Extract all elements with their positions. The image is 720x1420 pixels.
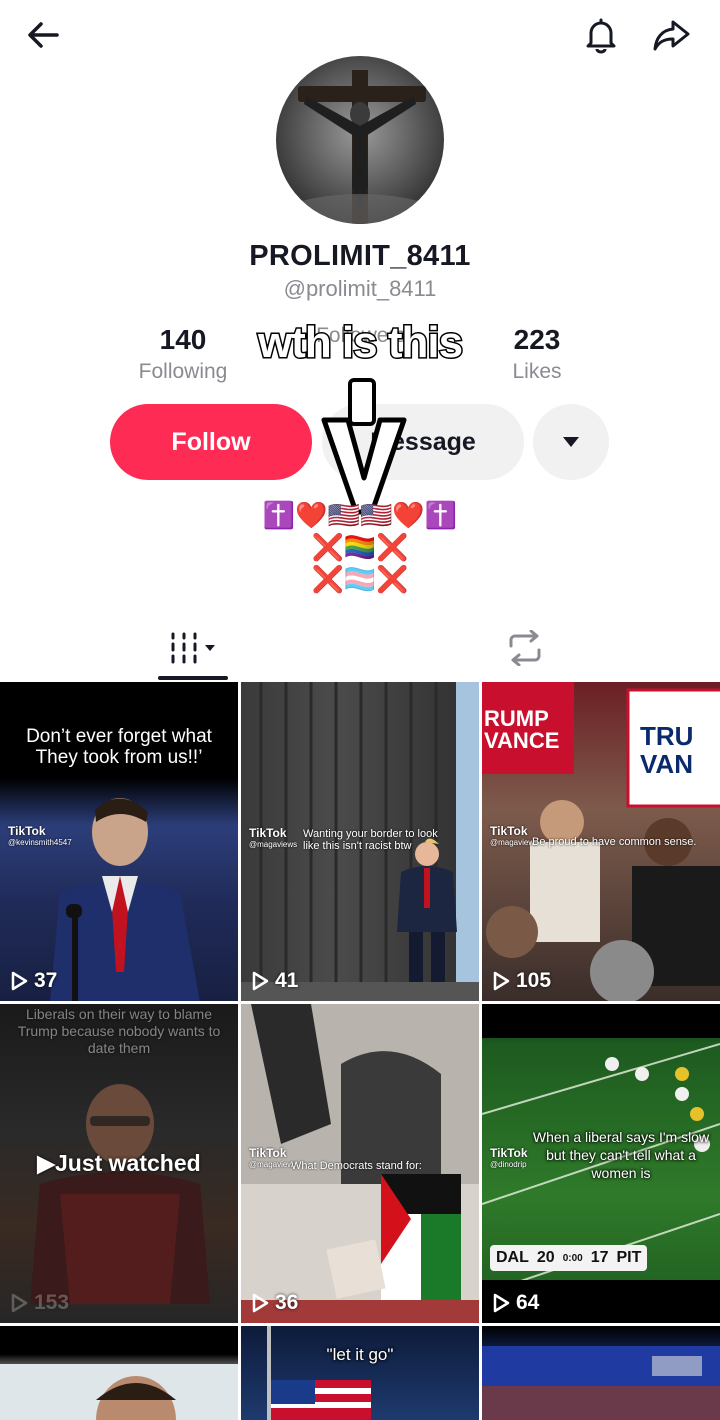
back-arrow-icon[interactable]	[20, 12, 66, 58]
view-count: 153	[10, 1291, 69, 1315]
play-icon	[252, 971, 269, 991]
avatar[interactable]	[276, 56, 444, 224]
bell-icon[interactable]	[578, 12, 624, 58]
tiktok-watermark: TikTok @magaviews	[249, 1146, 298, 1169]
view-count: 37	[10, 969, 57, 993]
grid-videos-icon	[171, 632, 215, 664]
tab-reposts[interactable]	[490, 616, 560, 680]
video-tile[interactable]: TikTok @dinodrip When a liberal says I'm…	[482, 1004, 720, 1323]
video-tile[interactable]	[482, 1326, 720, 1420]
video-caption: When a liberal says I'm slow but they ca…	[532, 1129, 710, 1181]
play-icon	[11, 971, 28, 991]
tiktok-watermark: TikTok @magaviews	[490, 824, 539, 847]
view-count: 41	[251, 969, 298, 993]
video-tile[interactable]: TikTok @magaviews What Democrats stand f…	[241, 1004, 479, 1323]
play-icon	[493, 971, 510, 991]
video-thumbnail	[482, 1346, 720, 1420]
play-icon	[11, 1293, 28, 1313]
video-thumbnail	[50, 798, 200, 1001]
play-icon	[252, 1293, 269, 1313]
tab-videos[interactable]	[158, 616, 228, 680]
video-tile[interactable]: RUMP VANCE TRU VAN TikTok @magaviews Be …	[482, 682, 720, 1001]
view-count: 36	[251, 1291, 298, 1315]
share-icon[interactable]	[648, 12, 694, 58]
username: PROLIMIT_8411	[249, 240, 471, 272]
meme-arrow-icon	[321, 378, 407, 515]
tiktok-watermark: TikTok @magaviews	[249, 826, 298, 849]
video-tile[interactable]: "let it go"	[241, 1326, 479, 1420]
scoreboard: DAL 20 0:00 17 PIT	[490, 1245, 648, 1271]
video-tile[interactable]: TikTok @magaviews Wanting your border to…	[241, 682, 479, 1001]
just-watched-label: ▶Just watched	[37, 1150, 201, 1176]
repost-icon	[509, 630, 541, 666]
meme-overlay-text: wth is this	[256, 317, 464, 369]
video-thumbnail	[30, 1084, 210, 1304]
handle: @prolimit_8411	[283, 276, 437, 301]
video-tile[interactable]	[0, 1326, 238, 1420]
video-caption: Be proud to have common sense.	[532, 836, 697, 848]
bio-line-2: ❌🏳️‍🌈❌	[311, 532, 409, 562]
video-caption: What Democrats stand for:	[291, 1160, 422, 1172]
video-thumbnail	[0, 1364, 238, 1420]
tiktok-watermark: TikTok @dinodrip	[490, 1146, 528, 1169]
video-caption: Don’t ever forget what They took from us…	[26, 726, 212, 768]
follow-button[interactable]: Follow	[110, 404, 312, 480]
profile-tabs	[0, 616, 720, 682]
video-caption: Liberals on their way to blame Trump bec…	[17, 1006, 221, 1056]
video-grid: Don’t ever forget what They took from us…	[0, 682, 720, 1420]
caret-down-icon	[563, 437, 579, 447]
sign-text-left: RUMP VANCE	[484, 706, 560, 753]
video-caption: Wanting your border to look like this is…	[303, 828, 438, 852]
tab-active-underline	[158, 676, 228, 680]
video-tile[interactable]: Don’t ever forget what They took from us…	[0, 682, 238, 1001]
bio-line-1: ✝️❤️🇺🇸🇺🇸❤️✝️	[262, 500, 458, 530]
view-count: 105	[492, 969, 551, 993]
play-icon	[493, 1293, 510, 1313]
video-tile[interactable]: Liberals on their way to blame Trump bec…	[0, 1004, 238, 1323]
bio-line-3: ❌🏳️‍⚧️❌	[311, 564, 409, 594]
tiktok-watermark: TikTok @kevinsmith4547	[8, 824, 72, 847]
more-options-button[interactable]	[533, 404, 609, 480]
sign-text-right: TRU VAN	[640, 721, 694, 779]
video-thumbnail	[267, 1326, 371, 1420]
view-count: 64	[492, 1291, 539, 1315]
